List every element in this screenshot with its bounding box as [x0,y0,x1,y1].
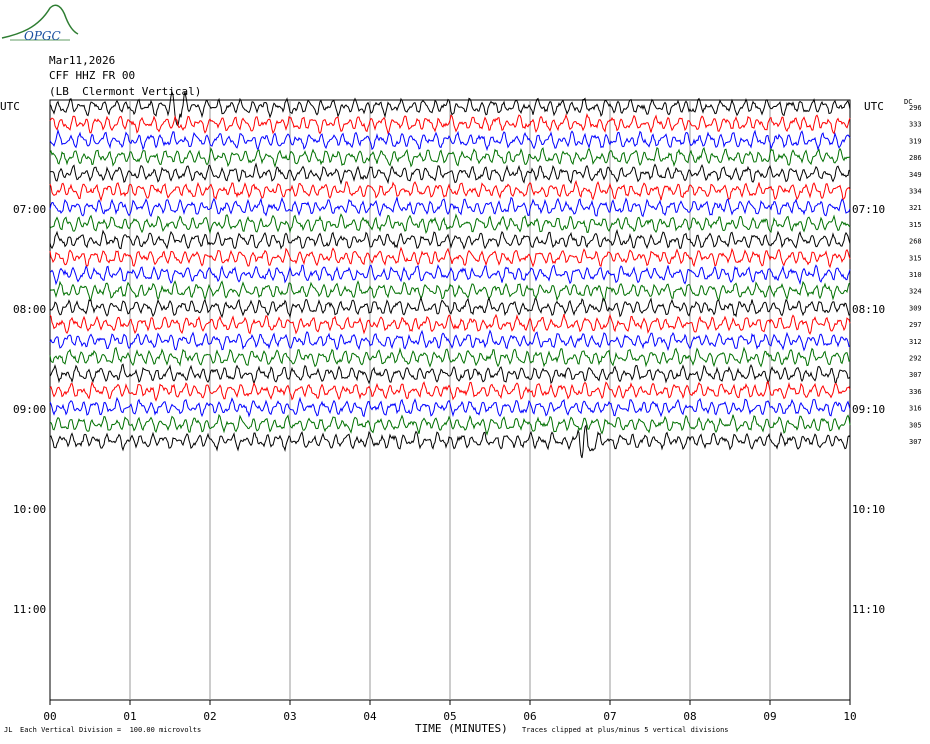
dc-offset-label: 315 [909,254,922,262]
left-time-label: 09:00 [13,403,46,416]
scale-note: Each Vertical Division = 100.00 microvol… [20,726,202,734]
dc-offset-label: 297 [909,321,922,329]
dc-offset-label: 286 [909,154,922,162]
dc-offset-label: 316 [909,405,922,413]
left-time-label: 10:00 [13,503,46,516]
dc-offset-label: 315 [909,221,922,229]
left-time-label: 08:00 [13,303,46,316]
dc-offset-label: 305 [909,421,922,429]
left-time-label: 11:00 [13,603,46,616]
dc-offset-label: 334 [909,188,922,196]
dc-offset-label: 307 [909,438,922,446]
dc-offset-label: 336 [909,388,922,396]
x-tick-label: 09 [763,710,776,723]
right-time-label: 09:10 [852,403,885,416]
x-axis-title: TIME (MINUTES) [415,722,508,735]
dc-offset-label: 292 [909,355,922,363]
right-time-label: 10:10 [852,503,885,516]
x-tick-label: 10 [843,710,856,723]
dc-offset-label: 324 [909,288,922,296]
x-tick-label: 00 [43,710,56,723]
timezone-right: UTC [864,100,884,113]
x-tick-label: 04 [363,710,377,723]
x-tick-label: 03 [283,710,296,723]
dc-offset-label: 309 [909,304,922,312]
dc-offset-label: 307 [909,371,922,379]
dc-offset-label: 310 [909,271,922,279]
right-time-label: 07:10 [852,203,885,216]
corner-mark: JL [4,726,13,734]
right-time-label: 11:10 [852,603,885,616]
dc-offset-label: 333 [909,121,922,129]
x-tick-label: 06 [523,710,536,723]
x-tick-label: 02 [203,710,216,723]
dc-offset-label: 312 [909,338,922,346]
timezone-left: UTC [0,100,20,113]
dc-offset-label: 349 [909,171,922,179]
seismogram-plot: 00 01 02 03 04 05 06 07 08 09 10296333319286349334… [0,90,922,723]
right-time-label: 08:10 [852,303,885,316]
x-tick-label: 01 [123,710,136,723]
left-time-label: 07:00 [13,203,46,216]
x-tick-label: 07 [603,710,616,723]
dc-offset-label: 319 [909,137,922,145]
dc-header: DC [904,98,912,106]
dc-offset-label: 268 [909,238,922,246]
x-tick-label: 08 [683,710,696,723]
dc-offset-label: 321 [909,204,922,212]
clip-note: Traces clipped at plus/minus 5 vertical … [522,726,729,734]
